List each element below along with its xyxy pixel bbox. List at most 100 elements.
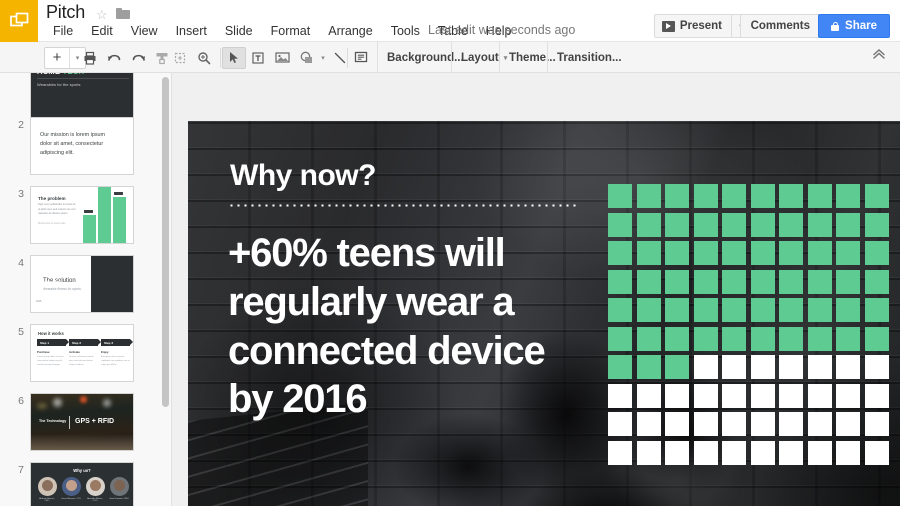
waffle-cell-empty: [693, 412, 718, 436]
slide-number: 7: [18, 464, 24, 476]
waffle-cell-filled: [665, 212, 689, 237]
waffle-chart[interactable]: [608, 184, 889, 465]
waffle-cell-empty: [807, 412, 832, 436]
menu-arrange[interactable]: Arrange: [319, 22, 381, 41]
filmstrip-slide-3[interactable]: 3 The problem Sigh nunc sollicitudin in …: [0, 186, 171, 244]
waffle-cell-filled: [779, 269, 803, 294]
comments-button[interactable]: Comments: [739, 14, 821, 38]
menu-slide[interactable]: Slide: [216, 22, 262, 41]
waffle-cell-filled: [750, 212, 775, 237]
zoom-icon[interactable]: [192, 47, 216, 69]
waffle-cell-empty: [608, 383, 632, 408]
slide-thumbnail[interactable]: How it works Step 1 Step 2 Step 3 Purcha…: [30, 324, 134, 382]
waffle-cell-empty: [779, 383, 803, 408]
thumb-body: Our mission is lorem ipsum dolor sit ame…: [40, 132, 106, 156]
toolbar-group-insert: ▾ ▾: [222, 42, 362, 73]
redo-icon[interactable]: [126, 47, 150, 69]
waffle-cell-filled: [807, 298, 832, 322]
shape-icon[interactable]: [294, 47, 318, 69]
waffle-cell-filled: [722, 326, 746, 351]
share-button[interactable]: Share: [818, 14, 890, 38]
slide-number: 4: [18, 257, 24, 269]
waffle-cell-filled: [636, 298, 661, 322]
thumb-label: The Technology: [39, 419, 67, 423]
waffle-cell-filled: [779, 212, 803, 237]
menu-edit[interactable]: Edit: [82, 22, 122, 41]
waffle-cell-filled: [807, 212, 832, 237]
slide-filmstrip[interactable]: 1 ACME TECH Wearables for the sports 2 O…: [0, 73, 172, 506]
waffle-cell-filled: [807, 269, 832, 294]
app-logo[interactable]: [0, 0, 38, 42]
waffle-cell-filled: [750, 326, 775, 351]
waffle-cell-empty: [636, 440, 661, 465]
insert-image-icon[interactable]: [270, 47, 294, 69]
waffle-cell-filled: [722, 184, 746, 208]
filmstrip-slide-5[interactable]: 5 How it works Step 1 Step 2 Step 3 Purc…: [0, 324, 171, 382]
present-play-icon: [661, 20, 675, 32]
undo-icon[interactable]: [102, 47, 126, 69]
waffle-cell-filled: [836, 269, 860, 294]
waffle-cell-filled: [722, 269, 746, 294]
waffle-cell-empty: [836, 440, 860, 465]
waffle-cell-filled: [608, 269, 632, 294]
waffle-cell-empty: [807, 383, 832, 408]
waffle-cell-filled: [608, 212, 632, 237]
waffle-cell-filled: [693, 241, 718, 265]
filmstrip-slide-2[interactable]: 2 Our mission is lorem ipsum dolor sit a…: [0, 117, 171, 175]
filmstrip-scrollbar[interactable]: [162, 77, 169, 407]
menu-view[interactable]: View: [122, 22, 167, 41]
waffle-cell-filled: [779, 241, 803, 265]
waffle-cell-empty: [722, 440, 746, 465]
thumb-steps: Step 1 Step 2 Step 3: [37, 339, 133, 346]
menu-file[interactable]: File: [44, 22, 82, 41]
waffle-cell-filled: [608, 355, 632, 379]
waffle-cell-empty: [665, 440, 689, 465]
new-slide-plus-icon[interactable]: +: [45, 48, 69, 68]
menu-format[interactable]: Format: [262, 22, 320, 41]
slide-thumbnail[interactable]: The problem Sigh nunc sollicitudin in le…: [30, 186, 134, 244]
slide-headline[interactable]: +60% teens will regularly wear a connect…: [228, 229, 588, 424]
thumb-people: Andrew Barnes, CEO Lucas Benson, CTO Ama…: [37, 477, 129, 502]
slide-thumbnail[interactable]: The solution Wearable fitness for sports…: [30, 255, 134, 313]
thumb-subtitle: Wearables for the sports: [37, 82, 81, 87]
document-title[interactable]: Pitch: [46, 2, 85, 23]
col-body: Excepteur sint occaecat cupidatat non pr…: [101, 356, 130, 366]
slide-canvas[interactable]: Why now? +60% teens will regularly wear …: [172, 73, 900, 506]
col-title: Purchase: [37, 350, 50, 354]
waffle-cell-filled: [722, 212, 746, 237]
fit-to-screen-icon[interactable]: [168, 47, 192, 69]
present-button[interactable]: Present: [653, 14, 732, 38]
transition-button[interactable]: Transition...: [548, 42, 631, 73]
waffle-cell-filled: [864, 326, 889, 351]
menu-tools[interactable]: Tools: [382, 22, 429, 41]
select-cursor-icon[interactable]: [222, 46, 246, 69]
star-icon[interactable]: ☆: [96, 7, 108, 23]
waffle-cell-filled: [779, 298, 803, 322]
shape-dropdown-caret-icon[interactable]: ▾: [318, 54, 328, 62]
text-box-icon[interactable]: [246, 47, 270, 69]
slide-thumbnail[interactable]: Our mission is lorem ipsum dolor sit ame…: [30, 117, 134, 175]
slide-thumbnail[interactable]: Why us? Andrew Barnes, CEO Lucas Benson,…: [30, 462, 134, 506]
collapse-toolbar-icon[interactable]: [872, 48, 886, 62]
waffle-cell-filled: [636, 326, 661, 351]
folder-icon[interactable]: [116, 8, 130, 19]
slide-thumbnail[interactable]: ACME TECH Wearables for the sports: [30, 73, 134, 119]
google-slides-icon: [9, 12, 28, 26]
waffle-cell-filled: [636, 184, 661, 208]
waffle-cell-empty: [722, 355, 746, 379]
slide-title[interactable]: Why now?: [230, 159, 376, 193]
filmstrip-slide-4[interactable]: 4 The solution Wearable fitness for spor…: [0, 255, 171, 313]
slide-thumbnail[interactable]: The Technology GPS + RFID: [30, 393, 134, 451]
person-name: Andrew Barnes, CEO: [39, 498, 55, 502]
comment-icon[interactable]: [349, 47, 373, 69]
filmstrip-slide-1[interactable]: 1 ACME TECH Wearables for the sports: [0, 73, 171, 119]
waffle-cell-empty: [779, 355, 803, 379]
filmstrip-slide-7[interactable]: 7 Why us? Andrew Barnes, CEO Lucas Benso…: [0, 462, 171, 506]
waffle-cell-filled: [807, 241, 832, 265]
step-label: Step 3: [104, 340, 114, 345]
filmstrip-slide-6[interactable]: 6 The Technology GPS + RFID: [0, 393, 171, 451]
waffle-cell-filled: [665, 298, 689, 322]
menu-insert[interactable]: Insert: [167, 22, 216, 41]
current-slide[interactable]: Why now? +60% teens will regularly wear …: [188, 121, 900, 506]
print-icon[interactable]: [78, 47, 102, 69]
